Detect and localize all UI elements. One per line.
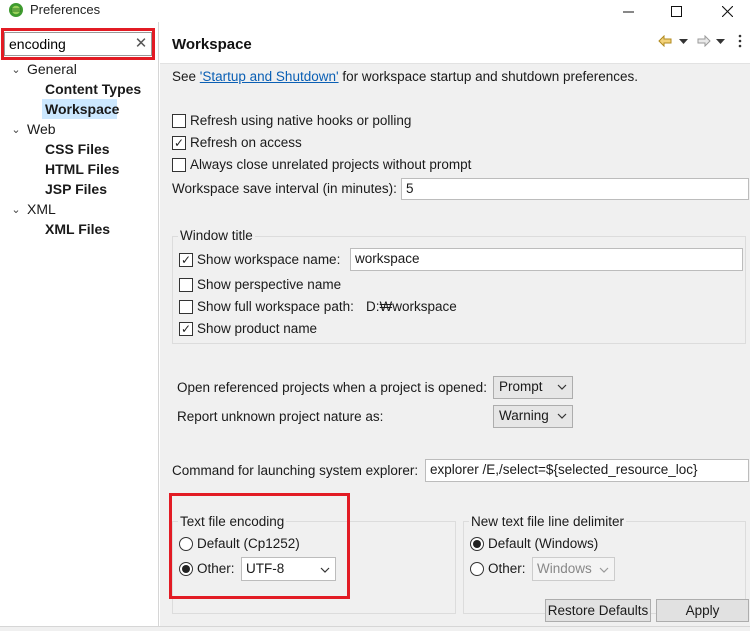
tree-item-xml[interactable]: XML [27,201,56,217]
full-path-value: D:₩workspace [366,299,457,314]
chevron-down-icon [557,384,567,390]
close-window-button[interactable] [704,0,750,22]
minimize-icon [622,11,634,12]
delimiter-other-value: Windows [537,561,592,576]
show-workspace-name-checkbox[interactable]: ✓ [179,253,193,267]
refresh-native-label: Refresh using native hooks or polling [190,113,412,128]
expand-web-chevron-icon[interactable]: ⌄ [11,122,21,136]
delimiter-other-radio[interactable] [470,562,484,576]
tree-item-workspace[interactable]: Workspace [45,101,119,117]
text-file-encoding-title: Text file encoding [178,514,287,529]
see-prefix: See [172,69,197,84]
show-perspective-label: Show perspective name [197,277,342,292]
tree-item-content-types[interactable]: Content Types [45,81,141,97]
show-product-name-checkbox[interactable]: ✓ [179,322,193,336]
window-title: Preferences [30,2,101,17]
close-icon [721,5,733,17]
refresh-on-access-checkbox[interactable]: ✓ [172,136,186,150]
forward-arrow-icon[interactable] [697,35,711,47]
bottom-edge [0,626,750,631]
preferences-window: Preferences encoding ✕ ⌄ General Content… [0,0,750,631]
encoding-default-radio[interactable] [179,537,193,551]
startup-hint-text: See 'Startup and Shutdown' for workspace… [172,69,638,84]
filter-search-input[interactable]: encoding [4,32,152,56]
title-bar: Preferences [0,0,750,22]
workspace-name-input[interactable]: workspace [350,248,743,271]
tree-item-jsp-files[interactable]: JSP Files [45,181,107,197]
open-referenced-value: Prompt [499,379,543,394]
tree-item-html-files[interactable]: HTML Files [45,161,119,177]
expand-general-chevron-icon[interactable]: ⌄ [11,62,21,76]
window-title-group-title: Window title [178,228,255,243]
chevron-down-icon [557,413,567,419]
page-title: Workspace [172,36,252,53]
maximize-icon [670,5,682,17]
refresh-on-access-label: Refresh on access [190,135,302,150]
restore-defaults-button[interactable]: Restore Defaults [545,599,651,622]
save-interval-label: Workspace save interval (in minutes): [172,181,397,196]
show-product-name-label: Show product name [197,321,318,336]
always-close-checkbox[interactable] [172,158,186,172]
unknown-nature-value: Warning [499,408,549,423]
show-full-path-label: Show full workspace path: [197,299,354,314]
tree-item-xml-files[interactable]: XML Files [45,221,110,237]
minimize-button[interactable] [605,0,651,22]
chevron-down-icon [599,567,609,573]
maximize-button[interactable] [653,0,699,22]
delimiter-default-radio[interactable] [470,537,484,551]
see-suffix: for workspace startup and shutdown prefe… [342,69,638,84]
eclipse-logo-icon [9,3,23,17]
expand-xml-chevron-icon[interactable]: ⌄ [11,202,21,216]
delimiter-other-select[interactable]: Windows [532,557,615,581]
back-arrow-icon[interactable] [658,35,672,47]
startup-shutdown-link[interactable]: 'Startup and Shutdown' [200,69,339,84]
clear-search-icon[interactable]: ✕ [133,34,149,52]
delimiter-other-label: Other: [488,561,526,576]
delimiter-default-label: Default (Windows) [488,536,599,551]
show-full-path-checkbox[interactable] [179,300,193,314]
unknown-nature-label: Report unknown project nature as: [177,409,384,424]
show-perspective-checkbox[interactable] [179,278,193,292]
encoding-other-select[interactable]: UTF-8 [241,557,336,581]
encoding-default-label: Default (Cp1252) [197,536,300,551]
show-workspace-name-label: Show workspace name: [197,252,341,267]
refresh-native-checkbox[interactable] [172,114,186,128]
open-referenced-label: Open referenced projects when a project … [177,380,487,395]
open-referenced-select[interactable]: Prompt [493,376,573,399]
back-dropdown-icon[interactable] [679,39,688,45]
tree-item-general[interactable]: General [27,61,77,77]
explorer-command-input[interactable]: explorer /E,/select=${selected_resource_… [425,459,749,482]
unknown-nature-select[interactable]: Warning [493,405,573,428]
chevron-down-icon [320,567,330,573]
encoding-other-label: Other: [197,561,235,576]
tree-item-web[interactable]: Web [27,121,56,137]
apply-button[interactable]: Apply [656,599,749,622]
explorer-command-label: Command for launching system explorer: [172,463,419,478]
line-delimiter-title: New text file line delimiter [469,514,627,529]
more-menu-icon[interactable] [737,34,743,48]
always-close-label: Always close unrelated projects without … [190,157,472,172]
forward-dropdown-icon[interactable] [716,39,725,45]
encoding-other-radio[interactable] [179,562,193,576]
save-interval-input[interactable]: 5 [401,178,749,200]
tree-item-css-files[interactable]: CSS Files [45,141,110,157]
encoding-other-value: UTF-8 [246,561,285,576]
